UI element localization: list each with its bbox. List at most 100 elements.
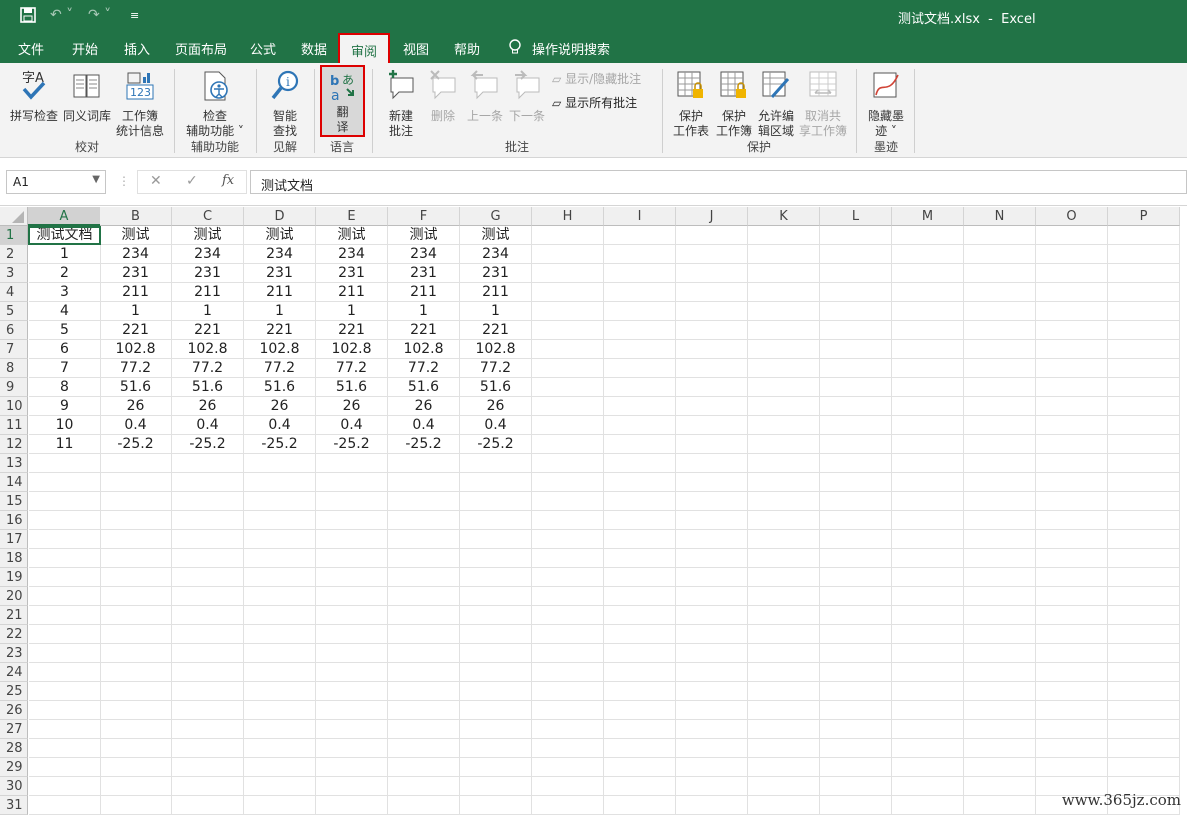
cell-m3[interactable] xyxy=(892,264,964,283)
cell-k26[interactable] xyxy=(748,701,820,720)
cell-h6[interactable] xyxy=(532,321,604,340)
cell-d13[interactable] xyxy=(244,454,316,473)
cell-m31[interactable] xyxy=(892,796,964,815)
cell-j28[interactable] xyxy=(676,739,748,758)
cell-b18[interactable] xyxy=(100,549,172,568)
cell-a6[interactable]: 5 xyxy=(29,321,101,340)
cell-m29[interactable] xyxy=(892,758,964,777)
row-header[interactable]: 26 xyxy=(0,701,28,720)
cell-g30[interactable] xyxy=(460,777,532,796)
cell-e24[interactable] xyxy=(316,663,388,682)
column-header-p[interactable]: P xyxy=(1108,207,1180,226)
cell-p12[interactable] xyxy=(1108,435,1180,454)
cell-b10[interactable]: 26 xyxy=(100,397,172,416)
customize-qat-icon[interactable]: ≡ xyxy=(130,9,139,22)
drag-handle-icon[interactable]: ⋮ xyxy=(118,174,130,188)
cell-h19[interactable] xyxy=(532,568,604,587)
cell-l16[interactable] xyxy=(820,511,892,530)
cell-k8[interactable] xyxy=(748,359,820,378)
cell-b5[interactable]: 1 xyxy=(100,302,172,321)
cancel-icon[interactable]: ✕ xyxy=(150,173,162,189)
cell-c16[interactable] xyxy=(172,511,244,530)
cell-l3[interactable] xyxy=(820,264,892,283)
cell-c25[interactable] xyxy=(172,682,244,701)
cell-p13[interactable] xyxy=(1108,454,1180,473)
cell-h24[interactable] xyxy=(532,663,604,682)
cell-i8[interactable] xyxy=(604,359,676,378)
cell-d19[interactable] xyxy=(244,568,316,587)
cell-b7[interactable]: 102.8 xyxy=(100,340,172,359)
cell-a11[interactable]: 10 xyxy=(29,416,101,435)
cell-d23[interactable] xyxy=(244,644,316,663)
cell-g10[interactable]: 26 xyxy=(460,397,532,416)
row-header[interactable]: 30 xyxy=(0,777,28,796)
cell-o29[interactable] xyxy=(1036,758,1108,777)
cell-c29[interactable] xyxy=(172,758,244,777)
cell-e21[interactable] xyxy=(316,606,388,625)
cell-k12[interactable] xyxy=(748,435,820,454)
cell-m18[interactable] xyxy=(892,549,964,568)
cell-i14[interactable] xyxy=(604,473,676,492)
cell-k28[interactable] xyxy=(748,739,820,758)
cell-n22[interactable] xyxy=(964,625,1036,644)
cell-c24[interactable] xyxy=(172,663,244,682)
cell-d17[interactable] xyxy=(244,530,316,549)
cell-h27[interactable] xyxy=(532,720,604,739)
cell-o21[interactable] xyxy=(1036,606,1108,625)
cell-e19[interactable] xyxy=(316,568,388,587)
row-header[interactable]: 24 xyxy=(0,663,28,682)
tab-help[interactable]: 帮助 xyxy=(454,39,480,58)
cell-i12[interactable] xyxy=(604,435,676,454)
cell-f29[interactable] xyxy=(388,758,460,777)
cell-c7[interactable]: 102.8 xyxy=(172,340,244,359)
cell-e5[interactable]: 1 xyxy=(316,302,388,321)
spreadsheet-grid[interactable]: ABCDEFGHIJKLMNOP 1 2 3 4 5 6 7 8 9 10 11 12 13 14 15 16… xyxy=(0,207,1187,815)
cell-e17[interactable] xyxy=(316,530,388,549)
cell-d14[interactable] xyxy=(244,473,316,492)
row-header[interactable]: 3 xyxy=(0,264,28,283)
cell-p28[interactable] xyxy=(1108,739,1180,758)
cell-o16[interactable] xyxy=(1036,511,1108,530)
cell-c26[interactable] xyxy=(172,701,244,720)
cell-i26[interactable] xyxy=(604,701,676,720)
cell-h25[interactable] xyxy=(532,682,604,701)
cell-a14[interactable] xyxy=(29,473,101,492)
tab-file[interactable]: 文件 xyxy=(18,39,44,58)
cell-e4[interactable]: 211 xyxy=(316,283,388,302)
cell-e18[interactable] xyxy=(316,549,388,568)
cell-j25[interactable] xyxy=(676,682,748,701)
column-header-f[interactable]: F xyxy=(388,207,460,226)
cell-o20[interactable] xyxy=(1036,587,1108,606)
cell-n28[interactable] xyxy=(964,739,1036,758)
spelling-button[interactable]: 字A 拼写检查 xyxy=(8,69,60,139)
cell-d16[interactable] xyxy=(244,511,316,530)
cell-i2[interactable] xyxy=(604,245,676,264)
cell-g28[interactable] xyxy=(460,739,532,758)
cell-k30[interactable] xyxy=(748,777,820,796)
cell-b31[interactable] xyxy=(100,796,172,815)
cell-n13[interactable] xyxy=(964,454,1036,473)
cell-e2[interactable]: 234 xyxy=(316,245,388,264)
cell-j24[interactable] xyxy=(676,663,748,682)
cell-a31[interactable] xyxy=(29,796,101,815)
row-header[interactable]: 9 xyxy=(0,378,28,397)
cell-e28[interactable] xyxy=(316,739,388,758)
cell-l17[interactable] xyxy=(820,530,892,549)
cell-n14[interactable] xyxy=(964,473,1036,492)
cell-n26[interactable] xyxy=(964,701,1036,720)
cell-c23[interactable] xyxy=(172,644,244,663)
cell-m20[interactable] xyxy=(892,587,964,606)
enter-icon[interactable]: ✓ xyxy=(186,173,198,189)
cell-e20[interactable] xyxy=(316,587,388,606)
cell-n2[interactable] xyxy=(964,245,1036,264)
cell-h21[interactable] xyxy=(532,606,604,625)
cell-g24[interactable] xyxy=(460,663,532,682)
cell-o1[interactable] xyxy=(1036,226,1108,245)
cell-c28[interactable] xyxy=(172,739,244,758)
cell-c17[interactable] xyxy=(172,530,244,549)
cell-g17[interactable] xyxy=(460,530,532,549)
cell-c27[interactable] xyxy=(172,720,244,739)
row-header[interactable]: 15 xyxy=(0,492,28,511)
cell-a10[interactable]: 9 xyxy=(29,397,101,416)
cell-f21[interactable] xyxy=(388,606,460,625)
